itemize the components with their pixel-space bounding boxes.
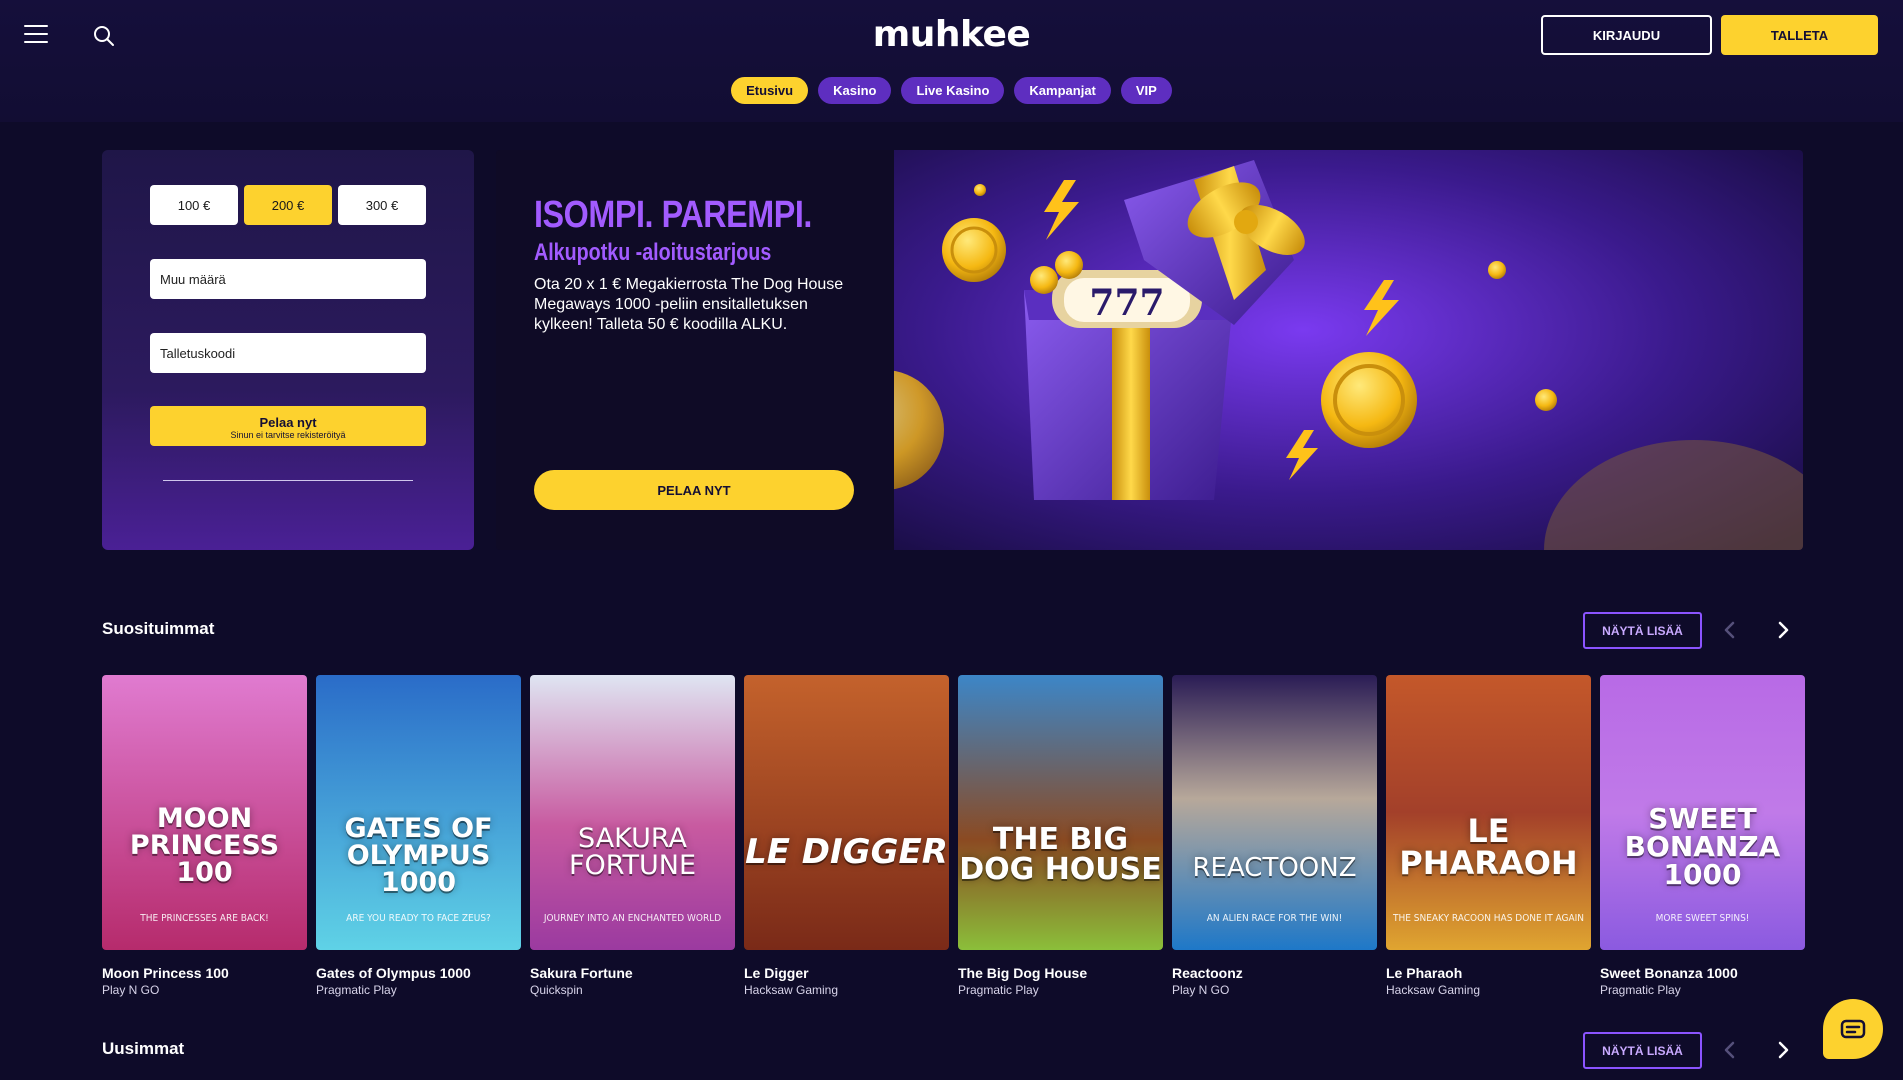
quick-deposit-panel: 100 € 200 € 300 € Pelaa nyt Sinun ei tar… bbox=[102, 150, 474, 550]
game-name: The Big Dog House bbox=[958, 965, 1088, 981]
game-thumbnail[interactable]: SAKURA FORTUNE JOURNEY INTO AN ENCHANTED… bbox=[530, 675, 735, 950]
play-now-label: Pelaa nyt bbox=[259, 415, 317, 430]
promo-description: Ota 20 x 1 € Megakierrosta The Dog House… bbox=[534, 276, 844, 333]
game-art-title: LE DIGGER bbox=[745, 832, 948, 872]
game-name: Sakura Fortune bbox=[530, 965, 633, 981]
nav-item-etusivu[interactable]: Etusivu bbox=[731, 77, 809, 104]
slot-reel-text: 777 bbox=[1089, 282, 1164, 324]
game-card[interactable]: LE DIGGER Le Digger Hacksaw Gaming bbox=[744, 675, 949, 997]
game-art-tagline: MORE SWEET SPINS! bbox=[1655, 913, 1750, 924]
chat-button[interactable] bbox=[1823, 999, 1883, 1059]
popular-games-carousel: MOON PRINCESS 100 THE PRINCESSES ARE BAC… bbox=[102, 675, 1805, 997]
game-name: Moon Princess 100 bbox=[102, 965, 229, 981]
game-card[interactable]: SAKURA FORTUNE JOURNEY INTO AN ENCHANTED… bbox=[530, 675, 735, 997]
popular-show-more-button[interactable]: NÄYTÄ LISÄÄ bbox=[1583, 612, 1702, 649]
deposit-button[interactable]: TALLETA bbox=[1721, 15, 1878, 55]
game-name: Le Pharaoh bbox=[1386, 965, 1463, 981]
nav-item-vip[interactable]: VIP bbox=[1120, 77, 1172, 104]
amount-options: 100 € 200 € 300 € bbox=[150, 185, 426, 225]
game-provider: Pragmatic Play bbox=[1600, 983, 1681, 997]
game-thumbnail[interactable]: REACTOONZ AN ALIEN RACE FOR THE WIN! bbox=[1172, 675, 1377, 950]
newest-show-more-button[interactable]: NÄYTÄ LISÄÄ bbox=[1583, 1032, 1702, 1069]
nav-item-kasino[interactable]: Kasino bbox=[818, 77, 892, 104]
game-art-title: REACTOONZ bbox=[1192, 853, 1357, 883]
game-thumbnail[interactable]: LE DIGGER bbox=[744, 675, 949, 950]
section-title-newest: Uusimmat bbox=[102, 1039, 185, 1058]
game-art-title: GATES OF OLYMPUS 1000 bbox=[344, 813, 493, 898]
section-title-popular: Suosituimmat bbox=[102, 619, 215, 638]
promo-text: ISOMPI. PAREMPI. Alkupotku -aloitustarjo… bbox=[534, 194, 864, 335]
game-thumbnail[interactable]: LE PHARAOH THE SNEAKY RACOON HAS DONE IT… bbox=[1386, 675, 1591, 950]
game-thumbnail[interactable]: SWEET BONANZA 1000 MORE SWEET SPINS! bbox=[1600, 675, 1805, 950]
amount-200-button[interactable]: 200 € bbox=[244, 185, 332, 225]
game-art-title: SWEET BONANZA 1000 bbox=[1624, 802, 1781, 891]
game-provider: Play N GO bbox=[102, 983, 160, 997]
game-name: Sweet Bonanza 1000 bbox=[1600, 965, 1738, 981]
promo-gift-image: 777 bbox=[894, 150, 1803, 550]
game-art-tagline: JOURNEY INTO AN ENCHANTED WORLD bbox=[543, 913, 722, 924]
game-art-tagline: AN ALIEN RACE FOR THE WIN! bbox=[1206, 913, 1343, 924]
game-provider: Pragmatic Play bbox=[316, 983, 397, 997]
promo-banner: ISOMPI. PAREMPI. Alkupotku -aloitustarjo… bbox=[496, 150, 1803, 550]
deposit-code-input[interactable] bbox=[150, 333, 426, 373]
play-now-sublabel: Sinun ei tarvitse rekisteröityä bbox=[230, 430, 346, 440]
game-name: Gates of Olympus 1000 bbox=[316, 965, 471, 981]
nav-item-kampanjat[interactable]: Kampanjat bbox=[1014, 77, 1111, 104]
main-nav: Etusivu Kasino Live Kasino Kampanjat VIP bbox=[0, 77, 1903, 104]
amount-100-button[interactable]: 100 € bbox=[150, 185, 238, 225]
game-card[interactable]: GATES OF OLYMPUS 1000 ARE YOU READY TO F… bbox=[316, 675, 521, 997]
popular-prev-arrow-icon[interactable] bbox=[1720, 618, 1740, 642]
game-provider: Quickspin bbox=[530, 983, 583, 997]
game-provider: Play N GO bbox=[1172, 983, 1230, 997]
game-card[interactable]: THE BIG DOG HOUSE The Big Dog House Prag… bbox=[958, 675, 1163, 997]
panel-divider bbox=[163, 480, 413, 481]
promo-play-button[interactable]: PELAA NYT bbox=[534, 470, 854, 510]
game-art-tagline: ARE YOU READY TO FACE ZEUS? bbox=[346, 913, 491, 924]
game-card[interactable]: SWEET BONANZA 1000 MORE SWEET SPINS! Swe… bbox=[1600, 675, 1805, 997]
amount-300-button[interactable]: 300 € bbox=[338, 185, 426, 225]
game-provider: Hacksaw Gaming bbox=[744, 983, 839, 997]
menu-icon[interactable] bbox=[24, 25, 48, 45]
game-art-tagline: THE PRINCESSES ARE BACK! bbox=[140, 913, 269, 924]
login-button[interactable]: KIRJAUDU bbox=[1541, 15, 1712, 55]
game-card[interactable]: LE PHARAOH THE SNEAKY RACOON HAS DONE IT… bbox=[1386, 675, 1591, 997]
site-header: muhkee KIRJAUDU TALLETA Etusivu Kasino L… bbox=[0, 0, 1903, 122]
other-amount-input[interactable] bbox=[150, 259, 426, 299]
game-name: Le Digger bbox=[744, 965, 809, 981]
game-thumbnail[interactable]: MOON PRINCESS 100 THE PRINCESSES ARE BAC… bbox=[102, 675, 307, 950]
newest-next-arrow-icon[interactable] bbox=[1773, 1038, 1793, 1062]
game-thumbnail[interactable]: GATES OF OLYMPUS 1000 ARE YOU READY TO F… bbox=[316, 675, 521, 950]
nav-item-live-kasino[interactable]: Live Kasino bbox=[901, 77, 1005, 104]
chat-icon bbox=[1840, 1019, 1866, 1039]
game-art-title: THE BIG DOG HOUSE bbox=[959, 822, 1162, 887]
popular-next-arrow-icon[interactable] bbox=[1773, 618, 1793, 642]
promo-subtitle: Alkupotku -aloitustarjous bbox=[534, 239, 772, 266]
search-icon[interactable] bbox=[92, 24, 116, 48]
game-art-title: LE PHARAOH bbox=[1399, 812, 1578, 882]
game-thumbnail[interactable]: THE BIG DOG HOUSE bbox=[958, 675, 1163, 950]
game-name: Reactoonz bbox=[1172, 965, 1243, 981]
game-art-title: MOON PRINCESS 100 bbox=[129, 803, 280, 888]
play-now-button[interactable]: Pelaa nyt Sinun ei tarvitse rekisteröity… bbox=[150, 406, 426, 446]
game-provider: Hacksaw Gaming bbox=[1386, 983, 1481, 997]
game-card[interactable]: REACTOONZ AN ALIEN RACE FOR THE WIN! Rea… bbox=[1172, 675, 1377, 997]
game-card[interactable]: MOON PRINCESS 100 THE PRINCESSES ARE BAC… bbox=[102, 675, 307, 997]
newest-prev-arrow-icon[interactable] bbox=[1720, 1038, 1740, 1062]
promo-title: ISOMPI. PAREMPI. bbox=[534, 194, 812, 236]
game-art-tagline: THE SNEAKY RACOON HAS DONE IT AGAIN bbox=[1392, 913, 1585, 924]
game-art-title: SAKURA FORTUNE bbox=[568, 823, 697, 881]
game-provider: Pragmatic Play bbox=[958, 983, 1039, 997]
